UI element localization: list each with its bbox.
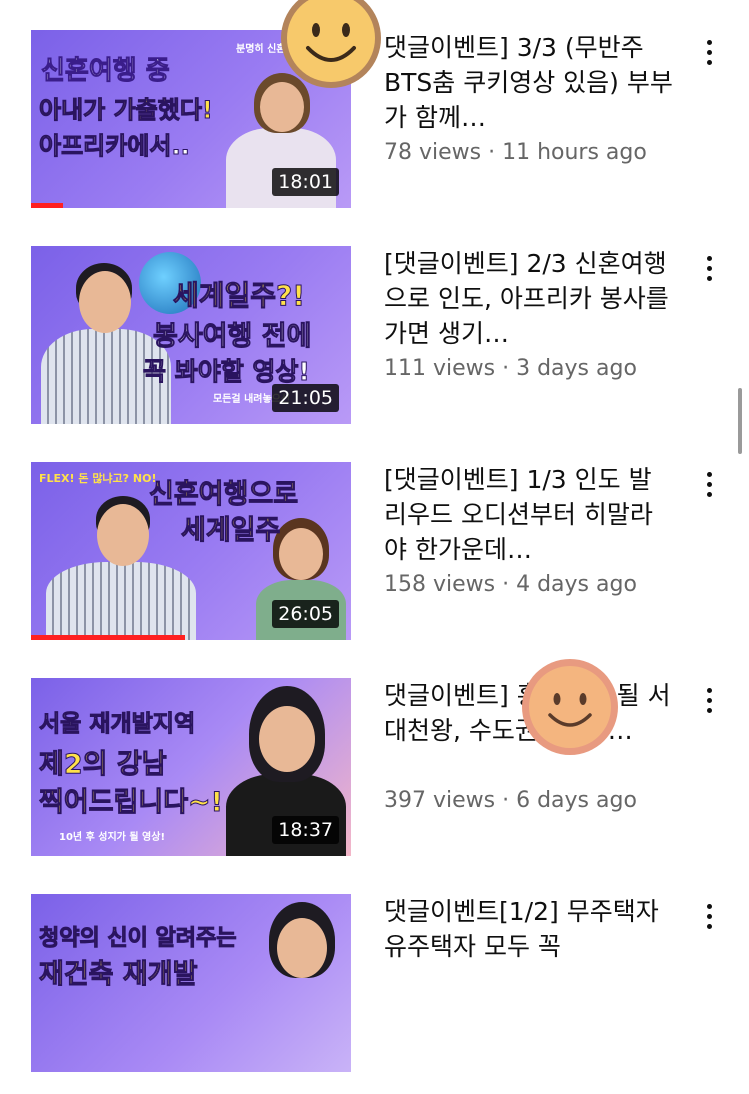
video-list-item[interactable]: 청약의 신이 알려주는 재건축 재개발 댓글이벤트[1/2] 무주택자 유주택자… <box>0 894 749 1094</box>
video-thumbnail[interactable]: 서울 재개발지역 제2의 강남 찍어드립니다~! 10년 후 성지가 될 영상!… <box>31 678 351 856</box>
thumb-caption: 10년 후 성지가 될 영상! <box>59 832 166 843</box>
video-meta: 78 views · 11 hours ago <box>384 140 647 165</box>
thumb-text-1: 신혼여행으로 <box>148 479 299 511</box>
more-options-icon[interactable] <box>700 472 720 512</box>
more-options-icon[interactable] <box>700 40 720 80</box>
thumb-text-2: 아내가 가출했다! <box>39 96 214 125</box>
thumb-text-1: 신혼여행 중 <box>41 56 171 87</box>
video-duration: 18:37 <box>272 816 339 844</box>
thumb-text-1: 세계일주?! <box>172 279 306 313</box>
thumb-caption: FLEX! 돈 많냐고? NO! <box>39 472 157 485</box>
thumb-text-2: 제2의 강남 <box>39 749 168 781</box>
video-meta: 158 views · 4 days ago <box>384 572 637 597</box>
video-thumbnail[interactable]: 청약의 신이 알려주는 재건축 재개발 <box>31 894 351 1072</box>
thumb-text-2: 봉사여행 전에 <box>152 321 312 353</box>
thumb-text-3: 꼭 봐야할 영상! <box>143 357 311 387</box>
thumb-text-1: 서울 재개발지역 <box>38 711 196 738</box>
video-duration: 26:05 <box>272 600 339 628</box>
scrollbar[interactable] <box>738 388 742 454</box>
smiley-sticker-icon <box>520 657 620 757</box>
thumb-text-2: 세계일주 <box>180 515 281 547</box>
video-duration: 21:05 <box>272 384 339 412</box>
thumb-text-3: 아프리카에서.. <box>39 132 191 161</box>
more-options-icon[interactable] <box>700 688 720 728</box>
watch-progress-bar <box>31 203 63 208</box>
person-image <box>251 902 351 1072</box>
thumb-text-1: 청약의 신이 알려주는 <box>38 926 237 952</box>
smiley-sticker-icon <box>272 0 390 100</box>
video-thumbnail[interactable]: FLEX! 돈 많냐고? NO! 신혼여행으로 세계일주 26:05 <box>31 462 351 640</box>
video-thumbnail[interactable]: 세계일주?! 봉사여행 전에 꼭 봐야할 영상! 모든걸 내려놓으신 21:05 <box>31 246 351 424</box>
watch-progress-bar <box>31 635 185 640</box>
thumb-text-3: 찍어드립니다~! <box>39 787 224 819</box>
thumb-text-2: 재건축 재개발 <box>38 959 198 991</box>
video-duration: 18:01 <box>272 168 339 196</box>
video-title[interactable]: [댓글이벤트] 2/3 신혼여행으로 인도, 아프리카 봉사를 가면 생기… <box>384 246 674 351</box>
person-image <box>41 490 201 640</box>
video-list-item[interactable]: FLEX! 돈 많냐고? NO! 신혼여행으로 세계일주 26:05 [댓글이벤… <box>0 462 749 662</box>
video-meta: 111 views · 3 days ago <box>384 356 637 381</box>
more-options-icon[interactable] <box>700 256 720 296</box>
video-title[interactable]: 댓글이벤트[1/2] 무주택자 유주택자 모두 꼭 <box>384 894 674 964</box>
video-title[interactable]: 댓글이벤트] 3/3 (무반주 BTS춤 쿠키영상 있음) 부부가 함께… <box>384 30 674 135</box>
video-list-item[interactable]: 서울 재개발지역 제2의 강남 찍어드립니다~! 10년 후 성지가 될 영상!… <box>0 678 749 878</box>
video-meta: 397 views · 6 days ago <box>384 788 637 813</box>
more-options-icon[interactable] <box>700 904 720 944</box>
video-list-item[interactable]: 세계일주?! 봉사여행 전에 꼭 봐야할 영상! 모든걸 내려놓으신 21:05… <box>0 246 749 446</box>
video-title[interactable]: [댓글이벤트] 1/3 인도 발리우드 오디션부터 히말라야 한가운데… <box>384 462 674 567</box>
